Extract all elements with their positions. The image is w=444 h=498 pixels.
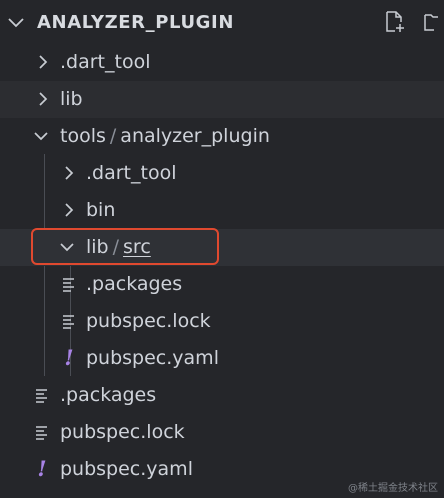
tree-row-label: pubspec.lock (86, 310, 211, 332)
yaml-file-icon: ! (64, 345, 74, 370)
tree-row-dart-tool-nested[interactable]: .dart_tool (0, 155, 444, 192)
file-lines-icon (63, 315, 74, 329)
chevron-down-icon[interactable] (6, 12, 26, 32)
new-file-button[interactable] (382, 8, 408, 36)
new-folder-button[interactable] (418, 8, 444, 36)
tree-row-label: .dart_tool (86, 162, 177, 184)
file-lines-icon (63, 278, 74, 292)
chevron-down-icon (34, 132, 48, 141)
watermark: @稀土掘金技术社区 (348, 483, 438, 494)
tree-row-label: lib (60, 88, 83, 110)
yaml-file-icon: ! (37, 456, 47, 481)
tree-row-pubspec-yaml-nested[interactable]: ! pubspec.yaml (0, 340, 444, 377)
chevron-right-icon (39, 55, 48, 69)
explorer-title: ANALYZER_PLUGIN (37, 12, 235, 33)
explorer-actions (382, 8, 444, 36)
path-segment: analyzer_plugin (120, 125, 270, 147)
tree-row-packages-nested[interactable]: .packages (0, 266, 444, 303)
tree-row-label: pubspec.yaml (60, 458, 193, 480)
tree-row-label: pubspec.lock (60, 421, 185, 443)
tree-row-lib[interactable]: lib (0, 81, 444, 118)
file-explorer: ANALYZER_PLUGIN .dart_tool lib tools / a… (0, 0, 444, 498)
highlight-box (31, 228, 219, 265)
chevron-right-icon (39, 92, 48, 106)
new-folder-icon (424, 14, 438, 31)
explorer-header[interactable]: ANALYZER_PLUGIN (0, 0, 444, 45)
file-lines-icon (36, 389, 47, 403)
chevron-right-icon (65, 166, 74, 180)
tree-row-bin[interactable]: bin (0, 192, 444, 229)
tree-row-pubspec-lock[interactable]: pubspec.lock (0, 414, 444, 451)
tree-row-packages[interactable]: .packages (0, 377, 444, 414)
tree-row-label: .dart_tool (60, 51, 151, 73)
file-lines-icon (36, 426, 47, 440)
tree-row-label: tools / analyzer_plugin (60, 125, 270, 147)
tree-row-tools-analyzer-plugin[interactable]: tools / analyzer_plugin (0, 118, 444, 155)
tree-row-pubspec-lock-nested[interactable]: pubspec.lock (0, 303, 444, 340)
new-file-icon (386, 11, 404, 32)
tree-row-label: bin (86, 199, 116, 221)
tree-row-label: pubspec.yaml (86, 347, 219, 369)
path-segment: tools (60, 125, 106, 147)
chevron-right-icon (65, 203, 74, 217)
tree-row-label: .packages (60, 384, 157, 406)
path-separator: / (109, 125, 117, 147)
tree-row-dart-tool[interactable]: .dart_tool (0, 44, 444, 81)
tree-row-label: .packages (86, 273, 183, 295)
